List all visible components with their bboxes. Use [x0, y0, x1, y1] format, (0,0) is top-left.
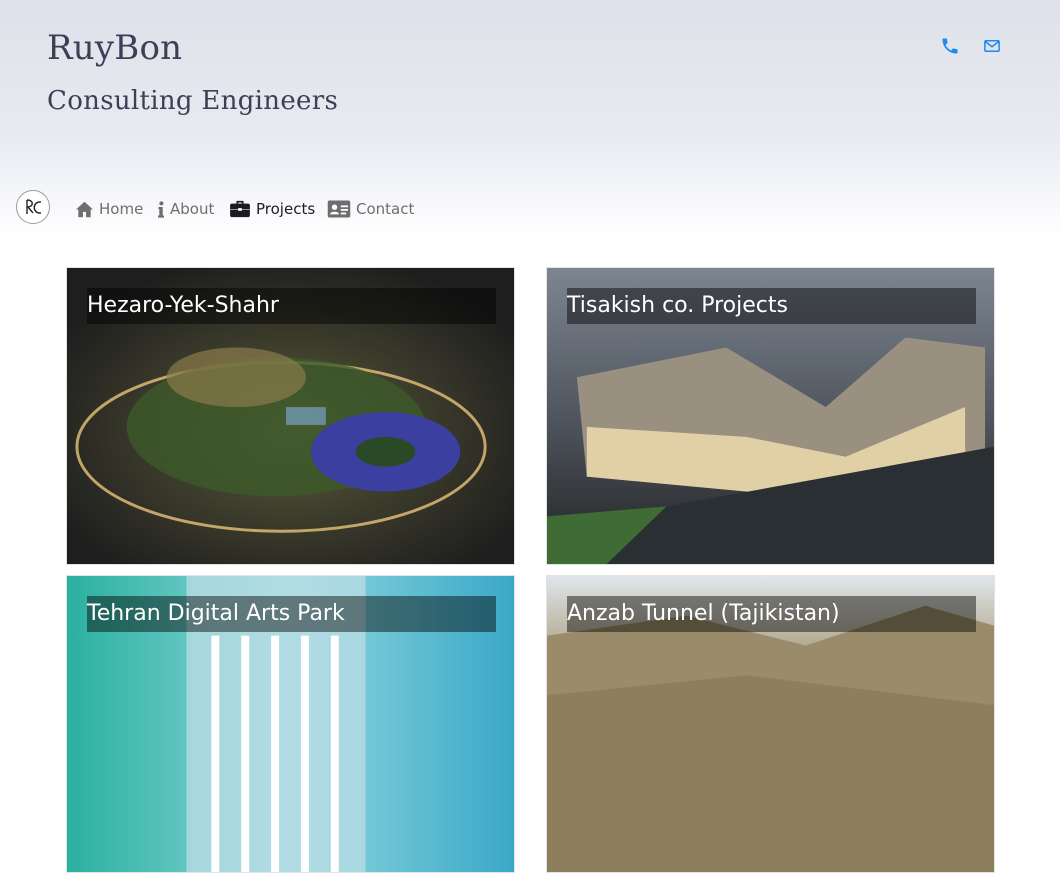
project-title: Tisakish co. Projects — [567, 288, 976, 324]
nav-home-label: Home — [99, 200, 144, 218]
phone-icon[interactable] — [940, 36, 962, 58]
project-card[interactable]: Tisakish co. Projects — [546, 267, 995, 565]
envelope-icon[interactable] — [983, 36, 1005, 58]
project-title: Tehran Digital Arts Park — [87, 596, 496, 632]
brand-subtitle: Consulting Engineers — [47, 86, 339, 116]
project-card[interactable]: Tehran Digital Arts Park — [66, 575, 515, 873]
logo[interactable] — [16, 190, 50, 224]
info-icon — [158, 200, 164, 218]
briefcase-icon — [230, 200, 250, 218]
nav-contact-label: Contact — [356, 200, 415, 218]
project-card[interactable]: Anzab Tunnel (Tajikistan) — [546, 575, 995, 873]
project-card[interactable]: Hezaro-Yek-Shahr — [66, 267, 515, 565]
address-card-icon — [327, 200, 351, 218]
nav-home[interactable]: Home — [75, 198, 143, 220]
nav-projects[interactable]: Projects — [229, 198, 315, 220]
site-header: RuyBon Consulting Engineers Home About P… — [0, 0, 1060, 240]
rc-logo-icon — [26, 199, 42, 214]
project-title: Anzab Tunnel (Tajikistan) — [567, 596, 976, 632]
nav-about-label: About — [170, 200, 215, 218]
home-icon — [76, 201, 93, 217]
nav-about[interactable]: About — [157, 198, 214, 220]
nav-contact[interactable]: Contact — [327, 198, 414, 220]
project-title: Hezaro-Yek-Shahr — [87, 288, 496, 324]
brand-title: RuyBon — [47, 28, 183, 68]
nav-projects-label: Projects — [256, 200, 316, 218]
main-navbar: Home About Projects Contact — [0, 188, 1060, 228]
contact-icons — [940, 36, 1010, 58]
